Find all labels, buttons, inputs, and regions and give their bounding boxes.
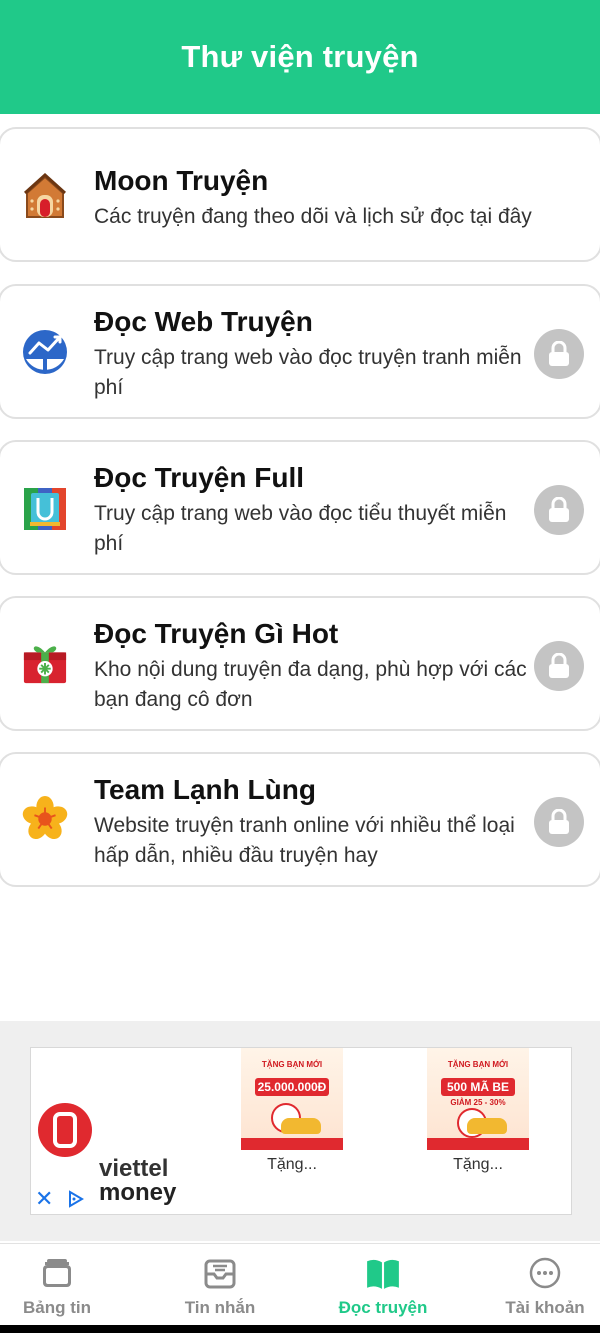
card-title: Team Lạnh Lùng — [94, 774, 316, 805]
card-title: Moon Truyện — [94, 165, 269, 196]
library-card-team-lanh-lung[interactable]: Team Lạnh Lùng Website truyện tranh onli… — [0, 752, 600, 887]
system-navigation-bar — [0, 1325, 600, 1333]
lock-icon — [534, 329, 584, 379]
message-tray-icon — [204, 1259, 236, 1289]
nav-label: Bảng tin — [23, 1298, 91, 1317]
lock-icon — [534, 485, 584, 535]
nav-label: Đọc truyện — [338, 1298, 428, 1317]
nav-item-bang-tin[interactable]: Bảng tin — [0, 1244, 132, 1326]
car-icon — [467, 1118, 507, 1134]
more-circle-icon — [529, 1257, 561, 1289]
gift-box-icon — [22, 639, 68, 685]
nav-label: Tài khoản — [505, 1298, 585, 1317]
card-description: Các truyện đang theo dõi và lịch sử đọc … — [94, 205, 532, 228]
promo-bar — [241, 1138, 343, 1150]
promo-headline: TẶNG BẠN MỚI — [447, 1060, 509, 1069]
lock-icon — [534, 641, 584, 691]
promo-bar — [427, 1138, 529, 1150]
library-card-doc-web-truyen[interactable]: Đọc Web Truyện Truy cập trang web vào đọ… — [0, 284, 600, 419]
ad-promo-label[interactable]: Tặng... — [427, 1156, 529, 1174]
ad-brand-line1: viettel — [99, 1155, 169, 1182]
promo-headline: TẶNG BẠN MỚI — [261, 1060, 323, 1069]
inbox-tray-icon — [43, 1259, 71, 1287]
promo-amount: 25.000.000Đ — [255, 1078, 329, 1096]
card-title: Đọc Web Truyện — [94, 306, 313, 337]
ad-promo-image[interactable]: TẶNG BẠN MỚI 500 MÃ BE GIẢM 25 - 30% — [427, 1048, 529, 1150]
card-description: Truy cập trang web vào đọc truyện tranh … — [94, 346, 522, 399]
card-description: Website truyện tranh online với nhiều th… — [94, 814, 515, 867]
card-description: Truy cập trang web vào đọc tiểu thuyết m… — [94, 502, 507, 555]
nav-label: Tin nhắn — [184, 1298, 256, 1317]
ad-banner[interactable]: viettel money TẶNG BẠN MỚI 25.000.000Đ T… — [30, 1047, 572, 1215]
open-book-icon — [367, 1259, 399, 1289]
app-header: Thư viện truyện — [0, 0, 600, 114]
ad-choices-icon[interactable] — [65, 1189, 85, 1209]
library-card-doc-truyen-gi-hot[interactable]: Đọc Truyện Gì Hot Kho nội dung truyện đa… — [0, 596, 600, 731]
flower-icon — [22, 796, 68, 842]
bottom-navigation: Bảng tin Tin nhắn Đọc truyện Tài khoản — [0, 1243, 600, 1326]
library-card-moon-truyen[interactable]: Moon Truyện Các truyện đang theo dõi và … — [0, 127, 600, 262]
ad-promo-image[interactable]: TẶNG BẠN MỚI 25.000.000Đ — [241, 1048, 343, 1150]
ad-promo-label[interactable]: Tặng... — [241, 1156, 343, 1174]
u-book-icon — [22, 486, 68, 532]
card-title: Đọc Truyện Gì Hot — [94, 618, 339, 649]
nav-item-doc-truyen[interactable]: Đọc truyện — [308, 1244, 458, 1326]
car-icon — [281, 1118, 321, 1134]
lock-icon — [534, 797, 584, 847]
library-card-doc-truyen-full[interactable]: Đọc Truyện Full Truy cập trang web vào đ… — [0, 440, 600, 575]
card-description: Kho nội dung truyện đa dạng, phù hợp với… — [94, 658, 527, 711]
promo-amount: 500 MÃ BE — [441, 1078, 515, 1096]
viettel-money-logo: viettel money — [37, 1100, 197, 1205]
nav-item-tai-khoan[interactable]: Tài khoản — [470, 1244, 600, 1326]
ad-brand-line2: money — [99, 1179, 177, 1206]
ad-close-icon[interactable]: ✕ — [35, 1188, 53, 1210]
promo-subline: GIẢM 25 - 30% — [450, 1098, 506, 1107]
page-title: Thư viện truyện — [181, 39, 419, 74]
card-title: Đọc Truyện Full — [94, 462, 305, 493]
nav-item-tin-nhan[interactable]: Tin nhắn — [145, 1244, 295, 1326]
house-icon — [22, 173, 68, 219]
chart-circle-icon — [22, 329, 68, 375]
